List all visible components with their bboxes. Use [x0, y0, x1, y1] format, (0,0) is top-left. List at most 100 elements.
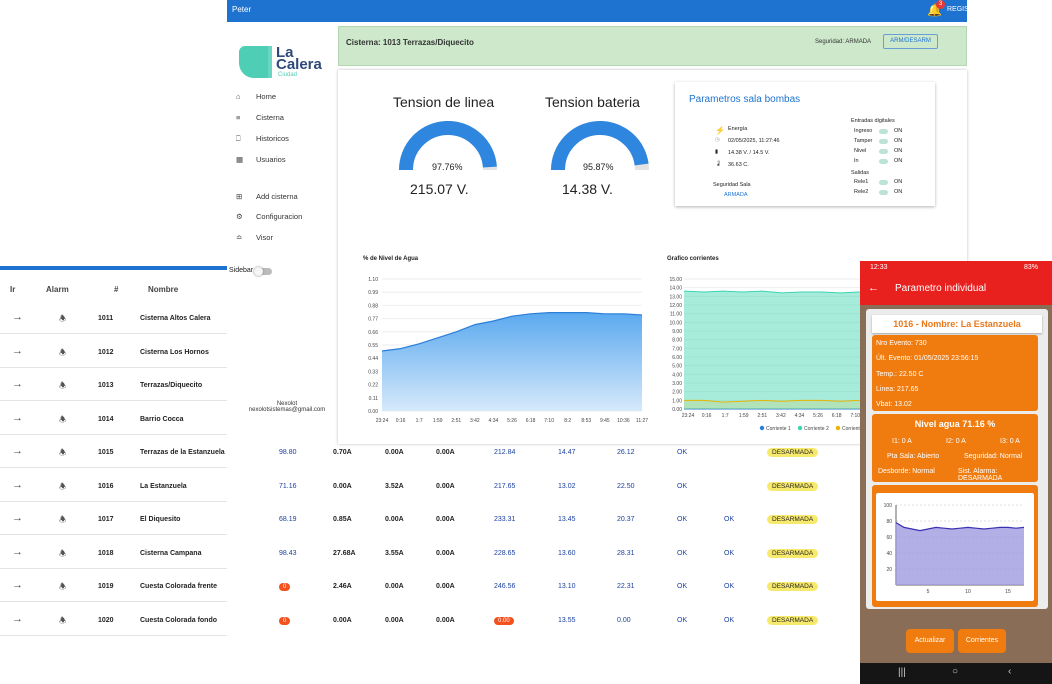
row-name: Cisterna Los Hornos [140, 348, 209, 356]
y-tick-label: 14.00 [669, 286, 682, 292]
status-badge: DESARMADA [767, 515, 819, 524]
nav-item-home[interactable]: ⌂ Home [236, 92, 276, 101]
register-link[interactable]: REGIS [947, 6, 969, 13]
alarm-bell-icon[interactable]: 🕭 [59, 514, 66, 528]
alarm-bell-icon[interactable]: 🕭 [59, 481, 66, 495]
cell-i2: 0.00A [385, 516, 404, 523]
input-name: Tamper [854, 138, 873, 144]
y-tick-label: 9.00 [672, 329, 682, 335]
home-circle-icon[interactable]: ○ [952, 666, 958, 677]
cell-s1: OK [677, 516, 688, 523]
y-tick-label: 0.88 [368, 303, 378, 309]
alarm-bell-icon[interactable]: 🕭 [59, 548, 66, 562]
row-name: Terrazas de la Estanzuela [140, 449, 225, 456]
user-name[interactable]: Peter [232, 5, 251, 14]
x-tick-label: 7:10 [544, 418, 554, 424]
nivel-agua: Nivel agua 71.16 % [914, 419, 996, 429]
go-arrow-icon[interactable]: → [12, 378, 23, 390]
back-chevron-icon[interactable]: ‹ [1008, 666, 1011, 677]
cell-vb: 13.45 [558, 516, 576, 523]
sidebar-toggle[interactable] [254, 267, 272, 276]
go-arrow-icon[interactable]: → [12, 445, 23, 457]
nav-item-historicos[interactable]: ⎕ Historicos [236, 134, 289, 144]
input-name: In [854, 158, 859, 164]
x-tick-label: 2:51 [757, 413, 767, 419]
go-arrow-icon[interactable]: → [12, 613, 23, 625]
cell-i2: 0.00A [385, 449, 404, 456]
cell-i1: 2.46A [333, 583, 352, 590]
corrientes-button[interactable]: Corrientes [958, 629, 1006, 653]
alarm-bell-icon[interactable]: 🕭 [59, 447, 66, 461]
col-header-alarm: Alarm [46, 285, 69, 294]
nav-item-cisterna[interactable]: ≡ Cisterna [236, 113, 284, 122]
cell-nivel: 71.16 [279, 482, 297, 490]
x-tick-label: 2:51 [451, 418, 461, 424]
toggle-switch[interactable] [879, 159, 888, 164]
col-header-num: # [114, 285, 119, 294]
add-icon: ⊞ [236, 192, 243, 201]
nav-item-visor[interactable]: ≏ Visor [236, 233, 273, 242]
actualizar-button[interactable]: Actualizar [906, 629, 954, 653]
go-arrow-icon[interactable]: → [12, 311, 23, 323]
arm-desarm-button[interactable]: ARM/DESARM [883, 34, 938, 49]
alarm-bell-icon[interactable]: 🕭 [59, 581, 66, 595]
toggle-switch[interactable] [879, 139, 888, 144]
toggle-switch[interactable] [879, 149, 888, 154]
cell-i1: 0.00A [333, 616, 352, 624]
cell-s2: OK [724, 583, 735, 590]
logo: La Calera Ciudad [238, 44, 322, 80]
entradas-label: Entradas digitales [851, 118, 895, 124]
alarm-bell-icon[interactable]: 🕭 [59, 347, 66, 361]
cell-s1: OK [677, 583, 688, 590]
back-arrow-icon[interactable]: ← [868, 282, 879, 294]
row-divider [0, 567, 227, 569]
toggle-switch[interactable] [879, 190, 888, 195]
y-tick-label: 20 [886, 567, 892, 573]
alarm-bell-icon[interactable]: 🕭 [59, 615, 66, 629]
cell-nivel: 98.43 [279, 549, 297, 557]
nav-item-configuracion[interactable]: ⚙ Configuracion [236, 212, 302, 221]
x-tick-label: 1:59 [739, 413, 749, 419]
toggle-switch[interactable] [879, 129, 888, 134]
row-number: 1017 [98, 516, 114, 523]
cell-nivel: 98.80 [279, 449, 297, 456]
y-tick-label: 8.00 [672, 338, 682, 344]
y-tick-label: 15.00 [669, 277, 682, 283]
footer-email[interactable]: nexolotsistemas@gmail.com [246, 407, 328, 413]
go-arrow-icon[interactable]: → [12, 412, 23, 424]
nro-evento: Nro Evento: 730 [876, 340, 927, 347]
row-name: Terrazas/Diquecito [140, 382, 203, 389]
x-tick-label: 7:10 [850, 413, 860, 419]
alarm-bell-icon[interactable]: 🕭 [59, 313, 66, 327]
go-arrow-icon[interactable]: → [12, 546, 23, 558]
x-tick-label: 0:16 [396, 418, 406, 424]
phone-i1: I1: 0 A [892, 438, 912, 445]
y-tick-label: 0.00 [672, 407, 682, 413]
go-arrow-icon[interactable]: → [12, 479, 23, 491]
energia-label: Energía [728, 126, 748, 132]
phone-nav-bar: ||| ○ ‹ [860, 663, 1052, 684]
recent-apps-icon[interactable]: ||| [898, 667, 906, 678]
params-card: Parametros sala bombas ⚡ Energía ◷ 02/05… [675, 82, 935, 206]
cell-i3: 0.00A [436, 583, 455, 590]
phone-card-title: 1016 - Nombre: La Estanzuela [872, 315, 1042, 333]
cell-i2: 0.00A [385, 616, 404, 624]
input-name: Ingreso [854, 128, 873, 134]
status-badge: DESARMADA [767, 615, 819, 625]
go-arrow-icon[interactable]: → [12, 512, 23, 524]
toggle-switch[interactable] [879, 180, 888, 185]
x-tick-label: 4:34 [795, 413, 805, 419]
legend-label: Corriente 2 [804, 426, 829, 432]
cell-nivel: 68.19 [279, 516, 297, 523]
row-divider [0, 601, 227, 602]
x-tick-label: 10 [965, 589, 971, 595]
alarm-bell-icon[interactable]: 🕭 [59, 414, 66, 428]
nav-item-add-cisterna[interactable]: ⊞ Add cisterna [236, 192, 298, 201]
go-arrow-icon[interactable]: → [12, 579, 23, 591]
legend-marker [759, 425, 765, 431]
go-arrow-icon[interactable]: → [12, 345, 23, 357]
cell-t: 26.12 [617, 449, 635, 456]
alarm-bell-icon[interactable]: 🕭 [59, 380, 66, 394]
nav-item-usuarios[interactable]: ▦ Usuarios [236, 155, 286, 164]
cell-vb: 13.55 [558, 616, 576, 624]
